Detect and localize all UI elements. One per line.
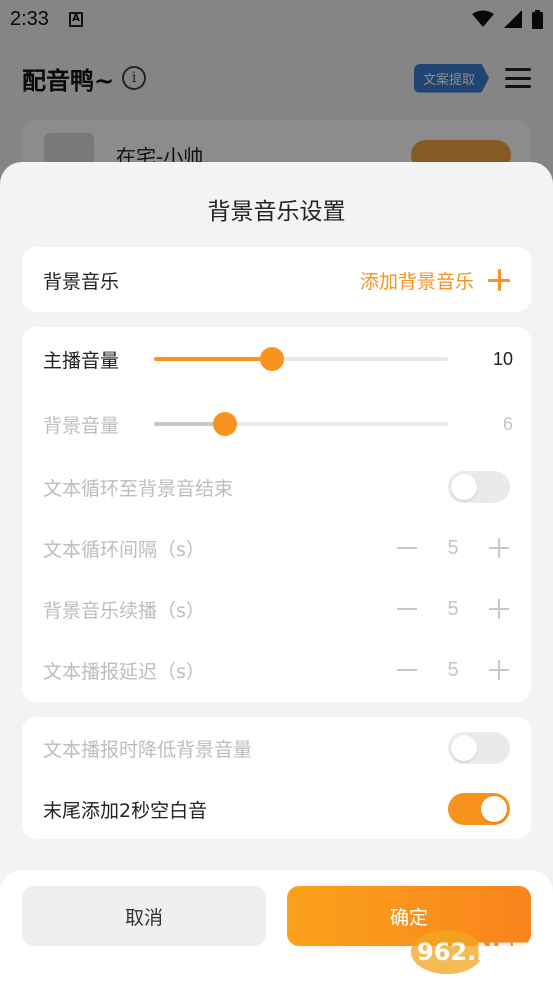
loop-interval-row: 文本循环间隔（s） 5 xyxy=(22,523,531,573)
bg-music-label: 背景音乐 xyxy=(43,270,120,293)
lower-bg-label: 文本播报时降低背景音量 xyxy=(43,738,253,761)
toggle-knob xyxy=(481,796,507,822)
bg-volume-label: 背景音量 xyxy=(43,414,120,437)
broadcast-delay-value: 5 xyxy=(447,658,459,681)
loop-to-end-label: 文本循环至背景音结束 xyxy=(43,477,234,500)
bg-continue-value: 5 xyxy=(447,597,459,620)
lower-bg-row: 文本播报时降低背景音量 xyxy=(22,723,531,773)
sheet-title: 背景音乐设置 xyxy=(207,199,346,225)
slider-fill xyxy=(154,357,272,361)
add-silence-label: 末尾添加2秒空白音 xyxy=(43,799,208,822)
host-volume-label: 主播音量 xyxy=(43,349,120,372)
bg-volume-value: 6 xyxy=(502,413,513,434)
plus-icon[interactable] xyxy=(488,537,510,559)
slider-thumb[interactable] xyxy=(259,347,284,371)
watermark-logo: 962.NET 乐游网 xyxy=(411,930,530,976)
playback-options-card: 文本播报时降低背景音量 末尾添加2秒空白音 xyxy=(22,717,531,839)
bg-volume-row: 背景音量 6 xyxy=(22,399,531,449)
bg-music-card: 背景音乐 添加背景音乐 xyxy=(22,247,531,312)
add-bg-music-label: 添加背景音乐 xyxy=(359,270,474,293)
volume-settings-card: 主播音量 10 背景音量 6 文本循环至背景音结束 文本循环间隔（s） 5 背景… xyxy=(22,327,531,702)
bg-continue-stepper: 5 xyxy=(396,598,510,621)
bg-music-settings-sheet: 背景音乐设置 背景音乐 添加背景音乐 主播音量 10 背景音量 6 文本循环至背… xyxy=(0,162,553,983)
bg-volume-slider[interactable] xyxy=(154,411,448,437)
bg-continue-row: 背景音乐续播（s） 5 xyxy=(22,584,531,634)
loop-interval-value: 5 xyxy=(447,536,459,559)
loop-to-end-row: 文本循环至背景音结束 xyxy=(22,462,531,512)
slider-thumb[interactable] xyxy=(212,412,237,436)
minus-icon[interactable] xyxy=(396,598,418,620)
loop-interval-label: 文本循环间隔（s） xyxy=(43,538,205,561)
plus-icon xyxy=(488,269,510,291)
bg-continue-label: 背景音乐续播（s） xyxy=(43,599,205,622)
broadcast-delay-label: 文本播报延迟（s） xyxy=(43,660,205,683)
bg-music-row: 背景音乐 添加背景音乐 xyxy=(22,255,531,305)
watermark-sub: 乐游网 xyxy=(491,962,527,976)
toggle-knob xyxy=(451,735,477,761)
toggle-knob xyxy=(451,474,477,500)
minus-icon[interactable] xyxy=(396,537,418,559)
add-silence-row: 末尾添加2秒空白音 xyxy=(22,784,531,834)
plus-icon[interactable] xyxy=(488,659,510,681)
broadcast-delay-stepper: 5 xyxy=(396,659,510,682)
add-silence-toggle[interactable] xyxy=(448,793,510,825)
add-bg-music-button[interactable]: 添加背景音乐 xyxy=(360,267,510,294)
broadcast-delay-row: 文本播报延迟（s） 5 xyxy=(22,645,531,695)
plus-icon[interactable] xyxy=(488,598,510,620)
lower-bg-toggle[interactable] xyxy=(448,732,510,764)
loop-to-end-toggle[interactable] xyxy=(448,471,510,503)
minus-icon[interactable] xyxy=(396,659,418,681)
host-volume-value: 10 xyxy=(492,348,513,369)
host-volume-slider[interactable] xyxy=(154,346,448,372)
cancel-button[interactable]: 取消 xyxy=(22,886,266,946)
loop-interval-stepper: 5 xyxy=(396,537,510,560)
host-volume-row: 主播音量 10 xyxy=(22,334,531,384)
